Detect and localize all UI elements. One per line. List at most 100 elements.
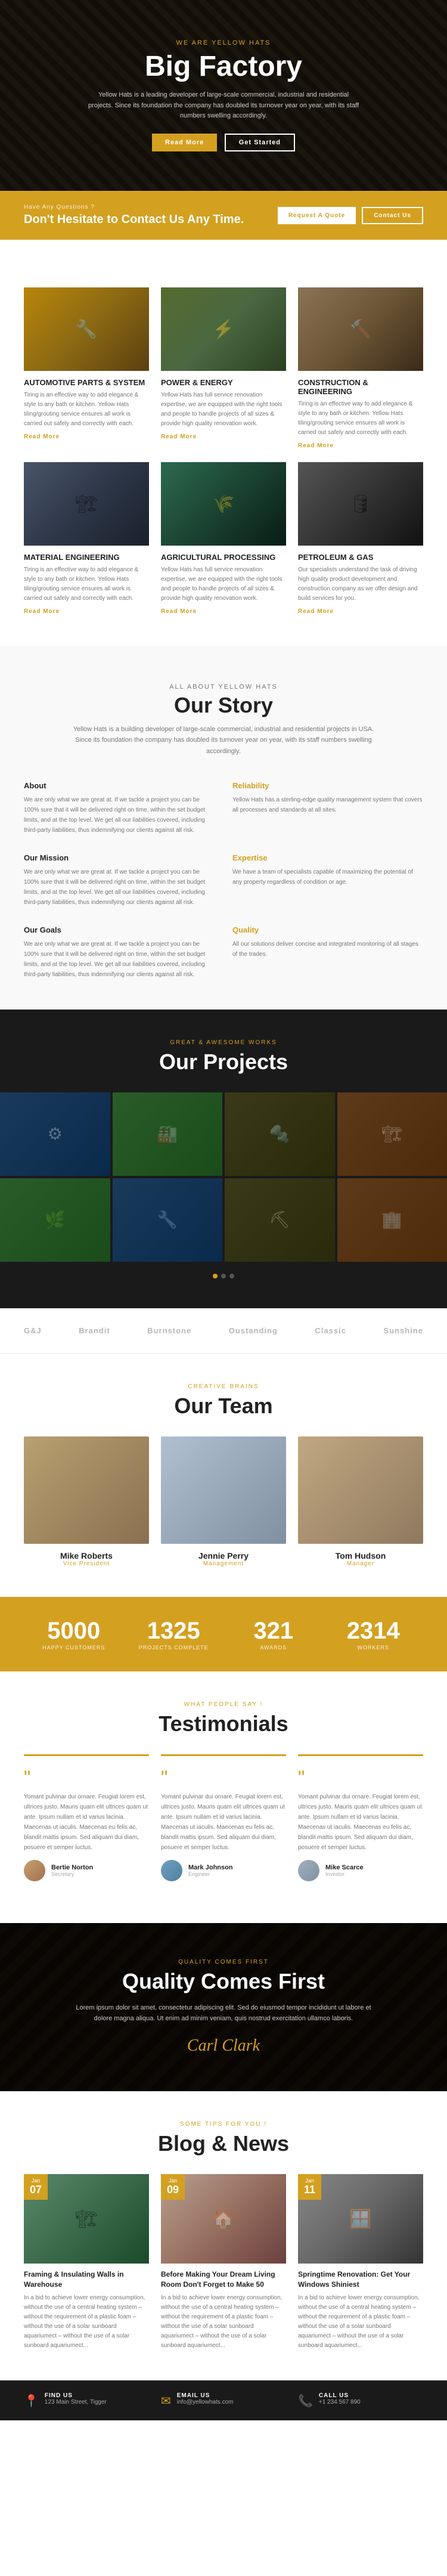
team-name-tom: Tom Hudson xyxy=(298,1551,423,1561)
stat-workers: 2314 Workers xyxy=(324,1618,424,1651)
blog-grid: 🏗 Jan 07 Framing & Insulating Walls in W… xyxy=(24,2174,423,2351)
service-title-material: Material Engineering xyxy=(24,553,149,562)
service-readmore-construction[interactable]: Read More xyxy=(298,442,334,449)
service-desc-power: Yellow Hats has full service renovation … xyxy=(161,391,286,429)
story-expertise-title: Expertise xyxy=(232,853,423,862)
footer: 📍 Find Us 123 Main Street, Tigger ✉ Emai… xyxy=(0,2380,447,2420)
service-image-construction: 🔨 xyxy=(298,287,423,371)
service-readmore-agricultural[interactable]: Read More xyxy=(161,608,197,615)
story-title: Our Story xyxy=(24,693,423,718)
project-image-7[interactable]: ⛏ xyxy=(225,1178,335,1262)
footer-call: 📞 Call Us +1 234 567 890 xyxy=(298,2392,423,2408)
footer-call-value: +1 234 567 890 xyxy=(319,2399,361,2405)
blog-card-springtime: 🪟 Jan 11 Springtime Renovation: Get Your… xyxy=(298,2174,423,2351)
testimonial-author-2: Mark Johnson Engineer xyxy=(161,1860,286,1881)
story-reliability-text: Yellow Hats has a sterling-edge quality … xyxy=(232,795,423,815)
stat-awards-label: Awards xyxy=(224,1645,324,1651)
blog-section: Some Tips For You ! Blog & News 🏗 Jan 07… xyxy=(0,2091,447,2380)
testimonial-name-1: Bertie Norton xyxy=(51,1864,93,1871)
service-title-automotive: Automotive Parts & System xyxy=(24,378,149,387)
stats-section: 5000 Happy Customers 1325 Projects Compl… xyxy=(0,1597,447,1671)
partner-logo-1: G&J xyxy=(24,1326,42,1335)
blog-image-living: 🏠 Jan 09 xyxy=(161,2174,286,2264)
team-card-tom: Tom Hudson Manager xyxy=(298,1436,423,1567)
project-image-2[interactable]: 🏭 xyxy=(113,1092,223,1176)
projects-title: Our Projects xyxy=(0,1049,447,1075)
projects-nav-dot-3[interactable] xyxy=(229,1274,234,1278)
testimonial-role-2: Engineer xyxy=(188,1871,233,1877)
phone-icon: 📞 xyxy=(298,2394,313,2408)
story-quality-title: Quality xyxy=(232,925,423,934)
service-readmore-material[interactable]: Read More xyxy=(24,608,60,615)
project-image-8[interactable]: 🏢 xyxy=(337,1178,447,1262)
team-role-tom: Manager xyxy=(298,1561,423,1567)
email-icon: ✉ xyxy=(161,2394,171,2408)
testimonial-quote-icon-1: " xyxy=(24,1768,149,1787)
service-readmore-power[interactable]: Read More xyxy=(161,434,197,440)
service-desc-automotive: Tiring is an effective way to add elegan… xyxy=(24,391,149,429)
testimonial-card-2: " Yomant pulvinar dui ornare. Feugiat lo… xyxy=(161,1754,286,1893)
stat-projects-label: Projects Complete xyxy=(124,1645,224,1651)
cta-title: Don't Hesitate to Contact Us Any Time. xyxy=(24,213,244,227)
project-image-3[interactable]: 🔩 xyxy=(225,1092,335,1176)
story-about-title: About xyxy=(24,781,215,790)
stat-customers-label: Happy Customers xyxy=(24,1645,124,1651)
project-image-5[interactable]: 🌿 xyxy=(0,1178,110,1262)
testimonial-text-2: Yomant pulvinar dui ornare. Feugiat lore… xyxy=(161,1792,286,1853)
team-photo-tom xyxy=(298,1436,423,1544)
project-image-1[interactable]: ⚙ xyxy=(0,1092,110,1176)
service-card-petroleum: 🛢 Petroleum & Gas Our specialists unders… xyxy=(298,462,423,616)
team-tag: Creative Brains xyxy=(24,1383,423,1390)
cta-quote-button[interactable]: Request A Quote xyxy=(278,207,356,224)
stat-projects-number: 1325 xyxy=(124,1618,224,1645)
story-quality-text: All our solutions deliver concise and in… xyxy=(232,939,423,959)
hero-section: We Are Yellow Hats Big Factory Yellow Ha… xyxy=(0,0,447,191)
team-title: Our Team xyxy=(24,1394,423,1419)
story-col-goals: Our Goals We are only what we are great … xyxy=(24,925,215,980)
services-grid: 🔧 Automotive Parts & System Tiring is an… xyxy=(24,287,423,616)
address-icon: 📍 xyxy=(24,2394,39,2408)
team-section: Creative Brains Our Team Mike Roberts Vi… xyxy=(0,1354,447,1597)
cta-contact-button[interactable]: Contact Us xyxy=(362,207,423,224)
blog-card-title-living: Before Making Your Dream Living Room Don… xyxy=(161,2270,286,2290)
blog-image-springtime: 🪟 Jan 11 xyxy=(298,2174,423,2264)
testimonial-avatar-2 xyxy=(161,1860,182,1881)
team-photo-mike xyxy=(24,1436,149,1544)
projects-nav-dot-1[interactable] xyxy=(213,1274,218,1278)
hero-get-started-button[interactable]: Get Started xyxy=(225,134,295,151)
service-card-agricultural: 🌾 Agricultural Processing Yellow Hats ha… xyxy=(161,462,286,616)
story-col-quality: Quality All our solutions deliver concis… xyxy=(232,925,423,980)
stat-awards: 321 Awards xyxy=(224,1618,324,1651)
story-goals-text: We are only what we are great at. If we … xyxy=(24,939,215,980)
testimonial-name-2: Mark Johnson xyxy=(188,1864,233,1871)
testimonial-role-1: Secretary xyxy=(51,1871,93,1877)
project-image-6[interactable]: 🔧 xyxy=(113,1178,223,1262)
projects-nav-dot-2[interactable] xyxy=(221,1274,226,1278)
service-title-construction: Construction & Engineering xyxy=(298,378,423,396)
stat-workers-number: 2314 xyxy=(324,1618,424,1645)
hero-read-more-button[interactable]: Read More xyxy=(152,134,217,151)
team-name-jennie: Jennie Perry xyxy=(161,1551,286,1561)
quality-section: Quality Comes First Quality Comes First … xyxy=(0,1923,447,2091)
service-card-material: 🏗 Material Engineering Tiring is an effe… xyxy=(24,462,149,616)
blog-title: Blog & News xyxy=(24,2131,423,2156)
blog-card-living: 🏠 Jan 09 Before Making Your Dream Living… xyxy=(161,2174,286,2351)
partner-logo-4: Oustanding xyxy=(229,1326,278,1335)
stat-workers-label: Workers xyxy=(324,1645,424,1651)
service-readmore-petroleum[interactable]: Read More xyxy=(298,608,334,615)
story-col-reliability: Reliability Yellow Hats has a sterling-e… xyxy=(232,781,423,835)
testimonials-tag: What People Say ! xyxy=(24,1701,423,1708)
project-image-4[interactable]: 🏗 xyxy=(337,1092,447,1176)
footer-address-value: 123 Main Street, Tigger xyxy=(45,2399,107,2405)
stat-customers: 5000 Happy Customers xyxy=(24,1618,124,1651)
service-readmore-automotive[interactable]: Read More xyxy=(24,434,60,440)
service-desc-agricultural: Yellow Hats has full service renovation … xyxy=(161,565,286,603)
blog-card-framing: 🏗 Jan 07 Framing & Insulating Walls in W… xyxy=(24,2174,149,2351)
team-name-mike: Mike Roberts xyxy=(24,1551,149,1561)
service-image-automotive: 🔧 xyxy=(24,287,149,371)
services-section: 🔧 Automotive Parts & System Tiring is an… xyxy=(0,240,447,646)
stat-projects: 1325 Projects Complete xyxy=(124,1618,224,1651)
story-expertise-text: We have a team of specialists capable of… xyxy=(232,867,423,887)
story-col-expertise: Expertise We have a team of specialists … xyxy=(232,853,423,908)
footer-address-label: Find Us xyxy=(45,2392,107,2399)
